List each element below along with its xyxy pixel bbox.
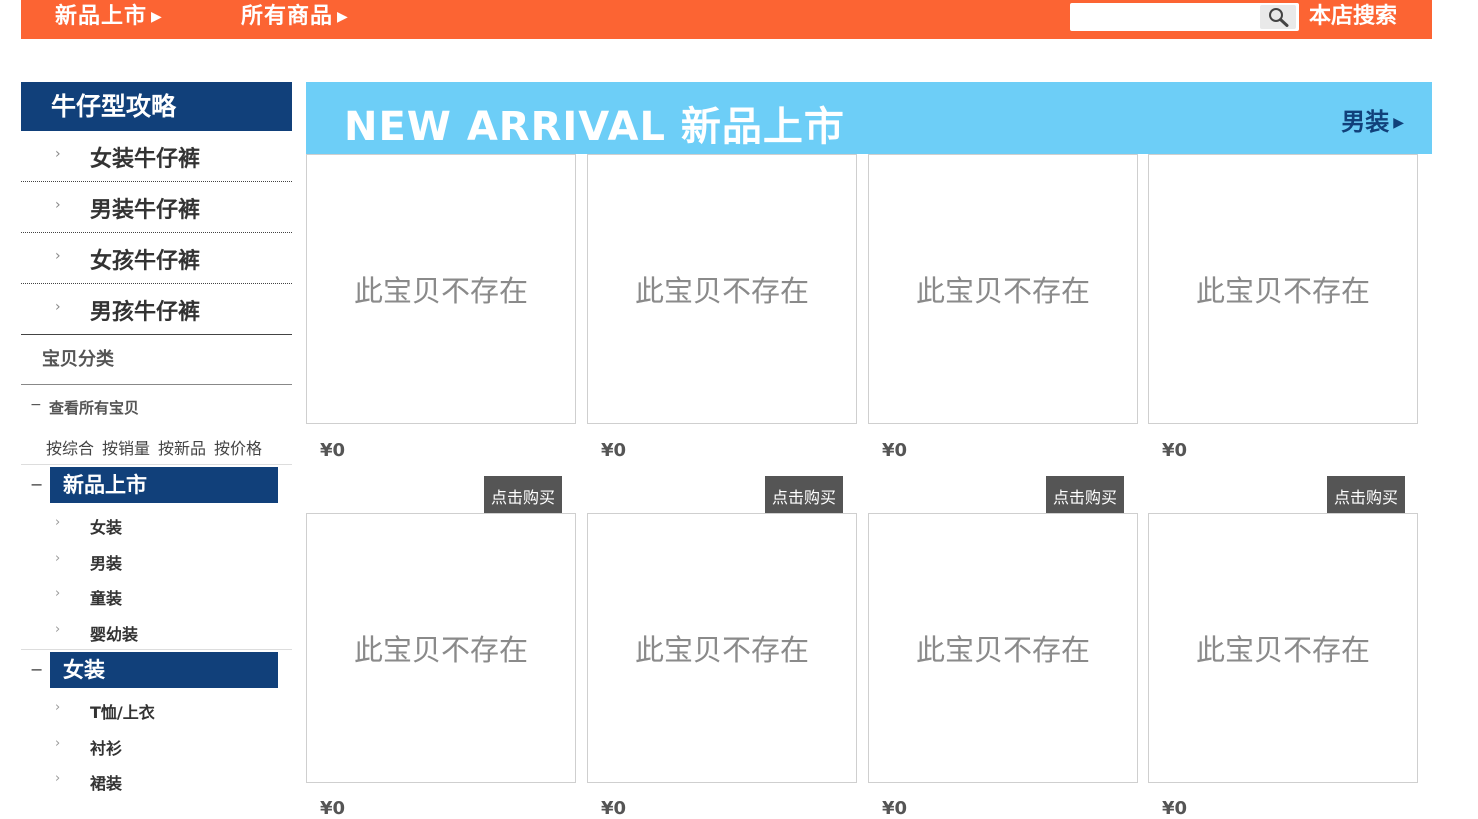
category-group-header: − 新品上市 [21,465,292,507]
collapse-icon[interactable]: − [30,475,43,494]
subcategory-label: 衬衫 [90,738,123,758]
product-card[interactable]: 此宝贝不存在 [868,513,1138,783]
buy-now-button[interactable]: 点击购买 [484,476,562,513]
nav-new-arrivals[interactable]: 新品上市 ▶ [55,0,163,36]
product-price: ¥0 [601,798,627,819]
subcategory-item[interactable]: › 男装 [21,543,292,579]
sidebar: 牛仔型攻略 › 女装牛仔裤 › 男装牛仔裤 › 女孩牛仔裤 › 男孩牛仔裤 宝贝… [21,82,292,799]
view-all-products[interactable]: − 查看所有宝贝 [21,385,292,427]
product-price: ¥0 [320,440,346,461]
sort-by-sales[interactable]: 按销量 [102,435,150,459]
store-search-label[interactable]: 本店搜索 [1309,0,1397,34]
sort-by-new[interactable]: 按新品 [158,435,206,459]
buy-now-button[interactable]: 点击购买 [765,476,843,513]
nav-all-products[interactable]: 所有商品 ▶ [241,0,349,36]
category-group-title[interactable]: 新品上市 [50,467,278,503]
product-price: ¥0 [1162,440,1188,461]
category-title: 宝贝分类 [21,335,292,385]
category-group-women: − 女装 › T恤/上衣 › 衬衫 › 裙装 [21,650,292,799]
guide-item-boys-jeans[interactable]: › 男孩牛仔裤 [21,284,292,335]
product-placeholder-text: 此宝贝不存在 [1195,633,1370,667]
chevron-right-icon: › [55,248,61,264]
category-group-header: − 女装 [21,650,292,692]
subcategory-label: T恤/上衣 [90,703,155,722]
new-arrival-banner: NEW ARRIVAL 新品上市 男装 ▶ [306,82,1432,154]
guide-item-womens-jeans[interactable]: › 女装牛仔裤 [21,131,292,182]
buy-now-button[interactable]: 点击购买 [1046,476,1124,513]
banner-mens-link[interactable]: 男装 ▶ [1341,102,1404,137]
chevron-right-icon: › [55,735,61,751]
subcategory-item[interactable]: › T恤/上衣 [21,692,292,728]
caret-right-icon: ▶ [337,9,349,25]
guide-item-label: 男装牛仔裤 [90,198,201,223]
view-all-label: 查看所有宝贝 [49,399,140,417]
product-placeholder-text: 此宝贝不存在 [353,633,528,667]
chevron-right-icon: › [55,550,61,566]
subcategory-label: 童装 [90,589,123,608]
product-card[interactable]: 此宝贝不存在 [306,154,576,424]
product-card[interactable]: 此宝贝不存在 [868,154,1138,424]
product-card[interactable]: 此宝贝不存在 [587,513,857,783]
category-group-new-arrivals: − 新品上市 › 女装 › 男装 › 童装 › 婴幼装 [21,465,292,650]
nav-all-products-label: 所有商品 [241,4,334,29]
product-card[interactable]: 此宝贝不存在 [306,513,576,783]
category-group-title[interactable]: 女装 [50,652,278,688]
subcategory-item[interactable]: › 衬衫 [21,728,292,764]
product-card[interactable]: 此宝贝不存在 [1148,513,1418,783]
subcategory-item[interactable]: › 童装 [21,578,292,614]
subcategory-label: 女装 [90,518,123,537]
subcategory-item[interactable]: › 女装 [21,507,292,543]
product-placeholder-text: 此宝贝不存在 [915,633,1090,667]
guide-item-girls-jeans[interactable]: › 女孩牛仔裤 [21,233,292,284]
product-card[interactable]: 此宝贝不存在 [1148,154,1418,424]
guide-item-label: 男孩牛仔裤 [90,300,201,325]
subcategory-label: 裙装 [90,774,123,793]
banner-title: NEW ARRIVAL 新品上市 [344,104,845,150]
product-card[interactable]: 此宝贝不存在 [587,154,857,424]
search-button[interactable] [1260,5,1296,29]
caret-right-icon: ▶ [1393,115,1404,131]
buy-now-button[interactable]: 点击购买 [1327,476,1405,513]
sort-by-overall[interactable]: 按综合 [46,435,94,459]
subcategory-item[interactable]: › 婴幼装 [21,614,292,650]
product-price: ¥0 [882,440,908,461]
sort-by-price[interactable]: 按价格 [214,435,262,459]
nav-new-arrivals-label: 新品上市 [55,4,148,29]
chevron-right-icon: › [55,700,61,715]
banner-link-label: 男装 [1341,108,1390,136]
product-price: ¥0 [1162,798,1188,819]
subcategory-item[interactable]: › 裙装 [21,763,292,799]
subcategory-label: 男装 [90,553,123,573]
guide-item-label: 女孩牛仔裤 [90,249,201,274]
guide-item-label: 女装牛仔裤 [90,147,201,172]
product-price: ¥0 [601,440,627,461]
subcategory-label: 婴幼装 [90,624,139,644]
product-placeholder-text: 此宝贝不存在 [634,633,809,667]
search-box [1070,3,1299,31]
product-placeholder-text: 此宝贝不存在 [353,274,528,308]
chevron-right-icon: › [55,197,61,213]
collapse-icon[interactable]: − [30,660,43,679]
guide-title: 牛仔型攻略 [21,82,292,131]
product-placeholder-text: 此宝贝不存在 [634,274,809,308]
caret-right-icon: ▶ [151,9,163,25]
guide-item-mens-jeans[interactable]: › 男装牛仔裤 [21,182,292,233]
chevron-right-icon: › [55,515,61,530]
product-placeholder-text: 此宝贝不存在 [1195,274,1370,308]
chevron-right-icon: › [55,771,61,786]
collapse-icon: − [30,397,42,413]
product-placeholder-text: 此宝贝不存在 [915,274,1090,308]
sort-options: 按综合 按销量 按新品 按价格 [21,427,292,465]
chevron-right-icon: › [55,299,61,315]
top-navigation-bar: 新品上市 ▶ 所有商品 ▶ 本店搜索 [21,0,1432,39]
search-input[interactable] [1070,3,1258,31]
product-price: ¥0 [882,798,908,819]
chevron-right-icon: › [55,146,61,162]
chevron-right-icon: › [55,586,61,601]
search-icon [1269,8,1289,27]
product-price: ¥0 [320,798,346,819]
chevron-right-icon: › [55,621,61,637]
